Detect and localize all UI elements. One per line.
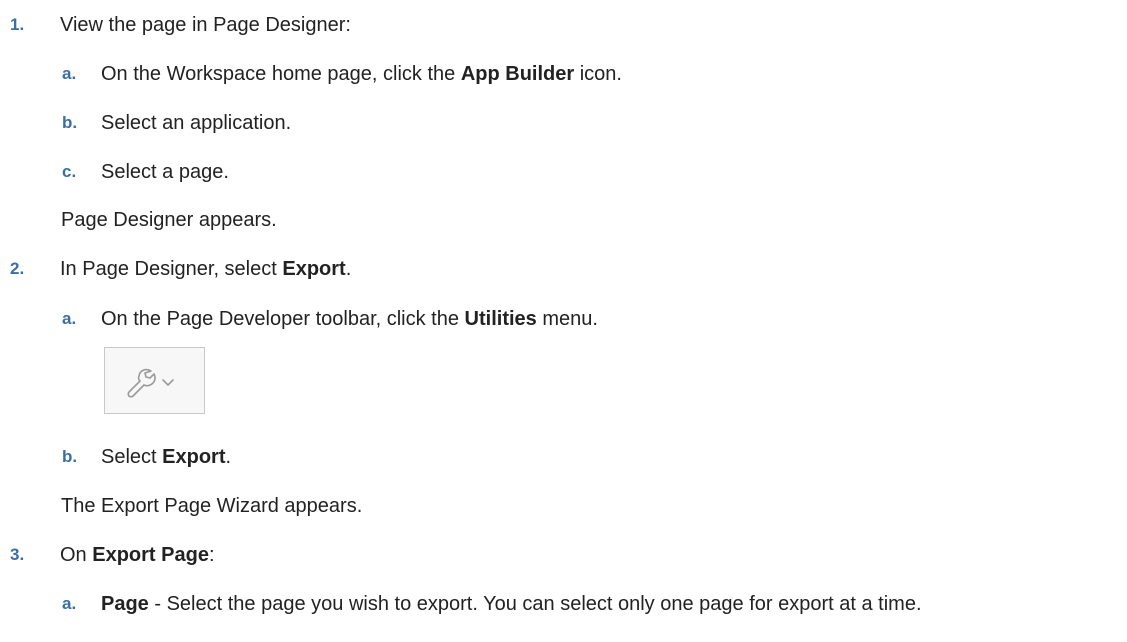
step-number: 1. bbox=[10, 15, 25, 34]
ui-term: App Builder bbox=[460, 63, 575, 85]
ui-term: Export bbox=[282, 258, 346, 280]
substep-letter: a. bbox=[62, 594, 77, 613]
step-number: 2. bbox=[10, 259, 25, 278]
step-number: 3. bbox=[10, 545, 25, 564]
document-page: 1. View the page in Page Designer: a. On… bbox=[10, 14, 922, 615]
chevron-down-icon bbox=[162, 379, 174, 386]
step-1-result: Page Designer appears. bbox=[61, 209, 277, 231]
step-text: View the page in Page Designer: bbox=[60, 14, 351, 36]
utilities-menu-image bbox=[104, 347, 205, 414]
substep-text: Select a page. bbox=[101, 161, 229, 183]
substep-letter: b. bbox=[62, 447, 78, 466]
ui-term: Utilities bbox=[464, 308, 537, 330]
wrench-icon bbox=[127, 368, 156, 398]
ui-term: Export Page bbox=[92, 544, 209, 566]
substep-text: Select an application. bbox=[101, 112, 292, 134]
substep-letter: a. bbox=[62, 64, 77, 83]
substep-letter: c. bbox=[62, 162, 77, 181]
ui-term: Export bbox=[162, 446, 226, 468]
step-2-result: The Export Page Wizard appears. bbox=[61, 495, 363, 517]
substep-letter: a. bbox=[62, 309, 77, 328]
utilities-menu-graphic bbox=[127, 368, 174, 398]
substep-letter: b. bbox=[62, 113, 78, 132]
ui-term: Page bbox=[101, 593, 149, 615]
